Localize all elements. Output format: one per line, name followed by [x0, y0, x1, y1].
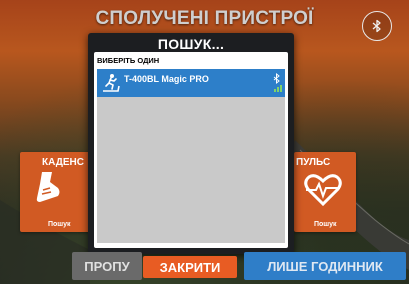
cadence-shoe-icon	[36, 172, 60, 202]
skip-button[interactable]: ПРОПУ	[72, 252, 142, 280]
search-dialog: ПОШУК... ВИБЕРІТЬ ОДИН T-400BL Magic PRO	[88, 33, 294, 254]
treadmill-runner-icon	[103, 74, 120, 92]
heart-rate-status: Пошук	[314, 221, 337, 228]
cadence-sensor-tile[interactable]: КАДЕНС Пошук	[20, 152, 90, 232]
heart-rate-title: ПУЛЬС	[296, 157, 331, 168]
select-one-heading: ВИБЕРІТЬ ОДИН	[97, 56, 160, 65]
cadence-status: Пошук	[48, 221, 71, 228]
device-selection-panel: ВИБЕРІТЬ ОДИН T-400BL Magic PRO	[94, 52, 288, 248]
bluetooth-icon	[372, 19, 381, 33]
device-list-item[interactable]: T-400BL Magic PRO	[97, 69, 285, 97]
heart-rate-sensor-tile[interactable]: ПУЛЬС Пошук	[294, 152, 356, 232]
cadence-title: КАДЕНС	[42, 157, 84, 168]
device-name: T-400BL Magic PRO	[124, 74, 209, 84]
bluetooth-button[interactable]	[362, 11, 392, 41]
close-button[interactable]: ЗАКРИТИ	[143, 256, 237, 278]
heart-rate-icon	[304, 174, 342, 206]
page-title: СПОЛУЧЕНІ ПРИСТРОЇ	[95, 8, 314, 29]
dialog-title: ПОШУК...	[157, 36, 225, 52]
bluetooth-signal-icon	[273, 73, 282, 92]
watch-only-button[interactable]: ЛИШЕ ГОДИННИК	[244, 252, 406, 280]
device-list[interactable]: T-400BL Magic PRO	[97, 69, 285, 243]
